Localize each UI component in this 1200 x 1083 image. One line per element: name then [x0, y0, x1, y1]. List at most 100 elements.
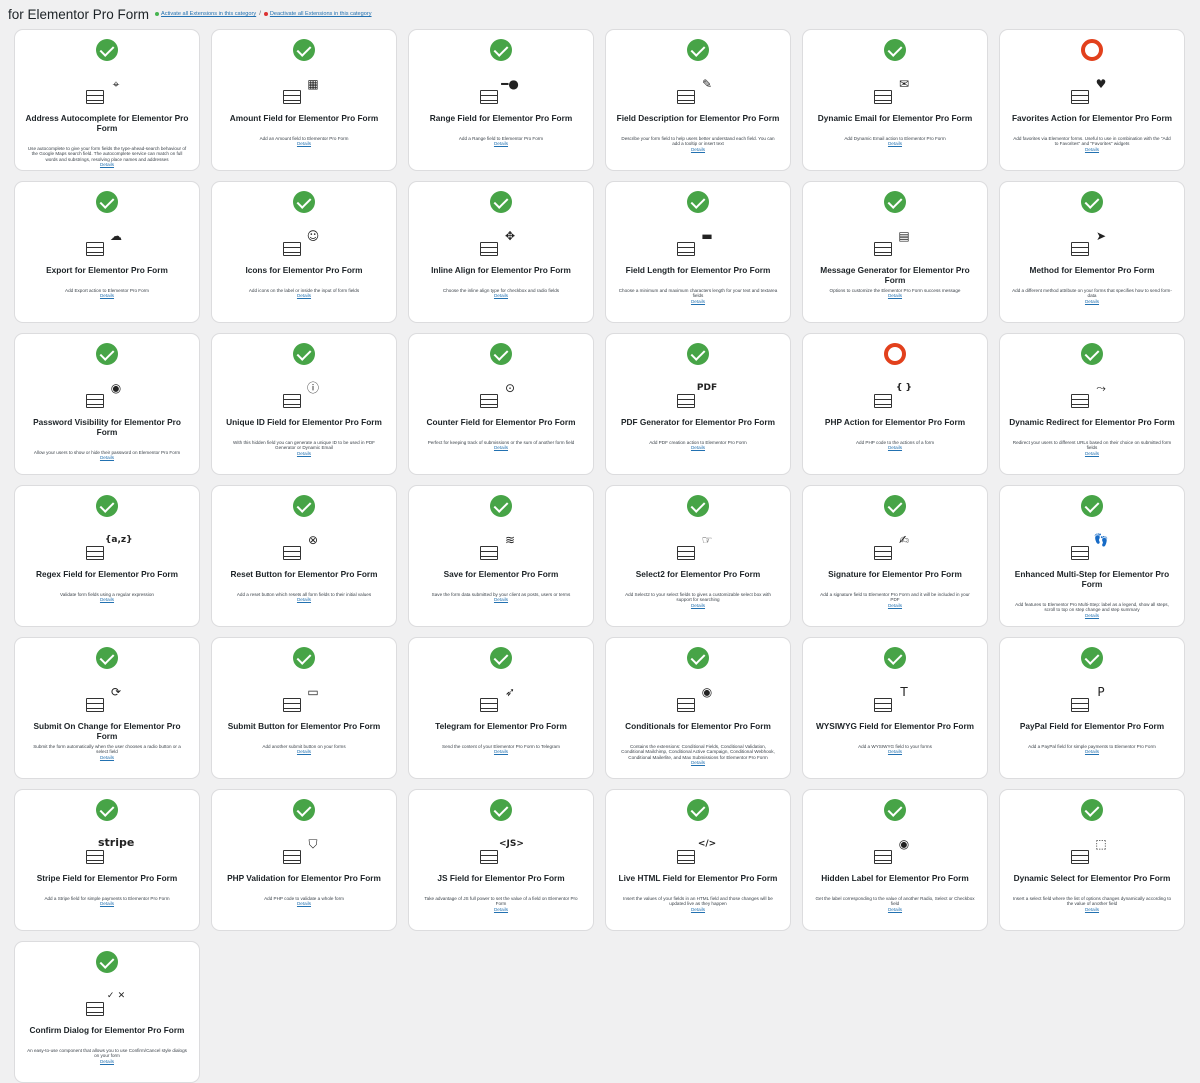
extension-title: Enhanced Multi-Step for Elementor Pro Fo… [1014, 569, 1170, 589]
active-toggle-check-icon[interactable] [490, 343, 512, 365]
extension-glyph: ✥ [504, 229, 516, 243]
form-icon [873, 90, 893, 104]
active-toggle-check-icon[interactable] [1081, 191, 1103, 213]
active-toggle-check-icon[interactable] [96, 495, 118, 517]
details-link[interactable]: Details [815, 293, 975, 299]
active-toggle-check-icon[interactable] [1081, 647, 1103, 669]
details-link[interactable]: Details [815, 749, 975, 755]
extension-card: stripe Stripe Field for Elementor Pro For… [14, 789, 200, 931]
extension-description: An easy-to-use component that allows you… [27, 1048, 187, 1065]
heart-icon: ♥ [1065, 74, 1119, 110]
inactive-toggle-circle-icon[interactable] [884, 343, 906, 365]
details-link[interactable]: Details [815, 603, 975, 609]
active-toggle-check-icon[interactable] [490, 39, 512, 61]
details-link[interactable]: Details [421, 293, 581, 299]
details-link[interactable]: Details [27, 162, 187, 168]
form-icon [479, 242, 499, 256]
move-arrows-icon: ✥ [474, 226, 528, 262]
details-link[interactable]: Details [421, 907, 581, 913]
active-toggle-check-icon[interactable] [490, 799, 512, 821]
details-link[interactable]: Details [27, 901, 187, 907]
details-link[interactable]: Details [815, 141, 975, 147]
details-link[interactable]: Details [421, 597, 581, 603]
active-toggle-check-icon[interactable] [96, 799, 118, 821]
details-link[interactable]: Details [618, 603, 778, 609]
details-link[interactable]: Details [1012, 907, 1172, 913]
form-icon [85, 90, 105, 104]
active-toggle-check-icon[interactable] [96, 191, 118, 213]
active-toggle-check-icon[interactable] [687, 191, 709, 213]
activate-all-link[interactable]: Activate all Extensions in this category [161, 11, 256, 17]
details-link[interactable]: Details [27, 1059, 187, 1065]
active-toggle-check-icon[interactable] [96, 39, 118, 61]
extension-glyph: ▭ [307, 685, 319, 699]
deactivate-all-link[interactable]: Deactivate all Extensions in this catego… [270, 11, 372, 17]
details-link[interactable]: Details [224, 141, 384, 147]
active-toggle-check-icon[interactable] [687, 39, 709, 61]
details-link[interactable]: Details [224, 901, 384, 907]
extension-glyph: ◉ [110, 381, 122, 395]
active-toggle-check-icon[interactable] [884, 799, 906, 821]
js-icon: <JS> [474, 834, 528, 870]
active-toggle-check-icon[interactable] [293, 191, 315, 213]
details-link[interactable]: Details [421, 141, 581, 147]
extension-card: ✎ Field Description for Elementor Pro For… [605, 29, 791, 171]
active-toggle-check-icon[interactable] [490, 191, 512, 213]
active-toggle-check-icon[interactable] [96, 647, 118, 669]
details-link[interactable]: Details [1012, 451, 1172, 457]
active-toggle-check-icon[interactable] [884, 191, 906, 213]
details-link[interactable]: Details [1012, 147, 1172, 153]
details-link[interactable]: Details [618, 760, 778, 766]
details-link[interactable]: Details [815, 907, 975, 913]
active-toggle-check-icon[interactable] [293, 39, 315, 61]
active-toggle-check-icon[interactable] [884, 39, 906, 61]
inactive-toggle-circle-icon[interactable] [1081, 39, 1103, 61]
details-link[interactable]: Details [27, 755, 187, 761]
details-link[interactable]: Details [224, 451, 384, 457]
details-link[interactable]: Details [815, 445, 975, 451]
details-link[interactable]: Details [27, 455, 187, 461]
active-toggle-check-icon[interactable] [490, 647, 512, 669]
active-toggle-check-icon[interactable] [293, 647, 315, 669]
extension-title: Password Visibility for Elementor Pro Fo… [33, 417, 181, 437]
active-toggle-check-icon[interactable] [687, 799, 709, 821]
extension-description-text: Add a reset button which resets all form… [236, 592, 372, 597]
details-link[interactable]: Details [421, 445, 581, 451]
details-link[interactable]: Details [27, 293, 187, 299]
extension-glyph: { } [896, 383, 912, 393]
details-link[interactable]: Details [224, 749, 384, 755]
details-link[interactable]: Details [224, 293, 384, 299]
details-link[interactable]: Details [1012, 749, 1172, 755]
code-braces-icon: { } [868, 378, 922, 414]
active-toggle-check-icon[interactable] [687, 495, 709, 517]
active-toggle-check-icon[interactable] [96, 343, 118, 365]
active-toggle-check-icon[interactable] [490, 495, 512, 517]
active-toggle-check-icon[interactable] [1081, 343, 1103, 365]
extension-glyph: ⛉ [308, 837, 318, 851]
details-link[interactable]: Details [1012, 613, 1172, 619]
active-toggle-check-icon[interactable] [293, 495, 315, 517]
active-toggle-check-icon[interactable] [884, 647, 906, 669]
details-link[interactable]: Details [618, 907, 778, 913]
active-toggle-check-icon[interactable] [687, 647, 709, 669]
active-toggle-check-icon[interactable] [687, 343, 709, 365]
active-toggle-check-icon[interactable] [96, 951, 118, 973]
active-toggle-check-icon[interactable] [1081, 495, 1103, 517]
active-toggle-check-icon[interactable] [293, 799, 315, 821]
details-link[interactable]: Details [618, 299, 778, 305]
details-link[interactable]: Details [421, 749, 581, 755]
extension-title: Field Length for Elementor Pro Form [625, 265, 771, 275]
extension-description-text: Allow your users to show or hide their p… [33, 450, 181, 455]
eye-icon: ◉ [80, 378, 134, 414]
extension-glyph: ☁ [110, 229, 122, 243]
details-link[interactable]: Details [618, 445, 778, 451]
details-link[interactable]: Details [224, 597, 384, 603]
details-link[interactable]: Details [618, 147, 778, 153]
active-toggle-check-icon[interactable] [293, 343, 315, 365]
details-link[interactable]: Details [1012, 299, 1172, 305]
details-link[interactable]: Details [27, 597, 187, 603]
active-toggle-check-icon[interactable] [884, 495, 906, 517]
extension-glyph: ✉ [898, 77, 910, 91]
active-toggle-check-icon[interactable] [1081, 799, 1103, 821]
extension-description: Describe your form field to help users b… [618, 136, 778, 153]
